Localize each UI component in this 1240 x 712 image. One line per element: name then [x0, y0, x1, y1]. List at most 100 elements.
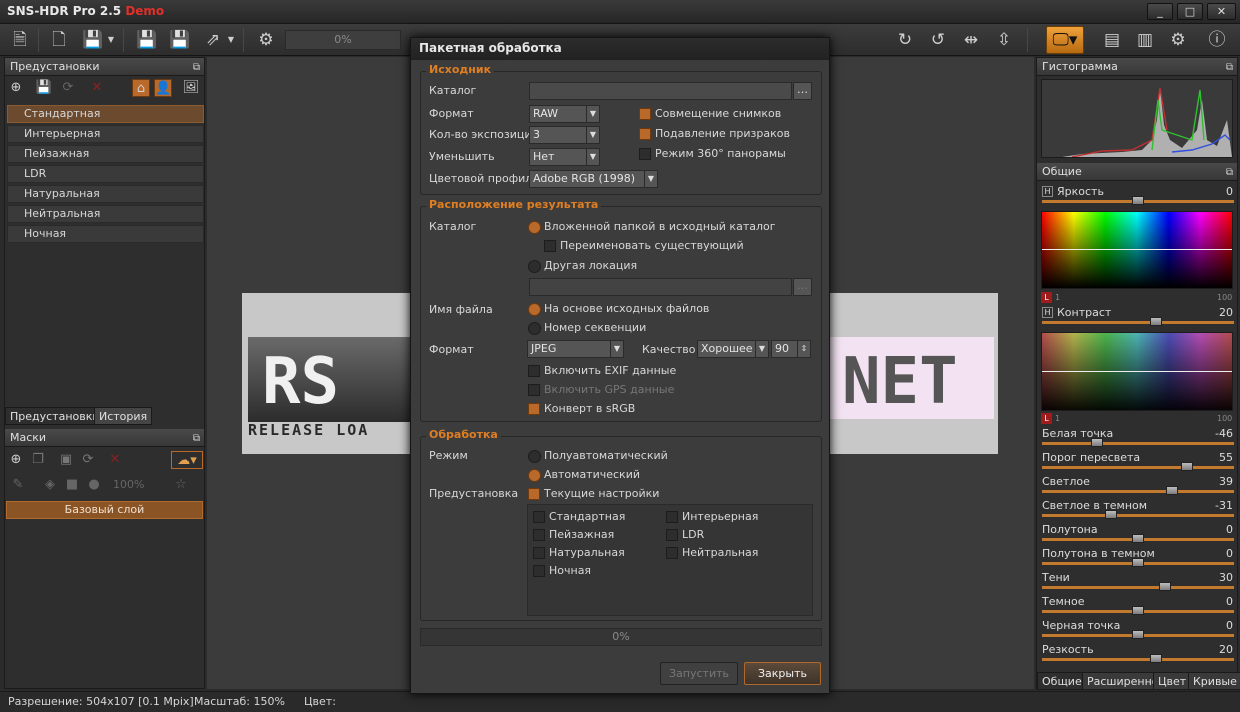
info-icon[interactable]: ⓘ — [1204, 27, 1230, 53]
rotate-cw-icon[interactable]: ↻ — [892, 27, 918, 53]
copy-icon[interactable]: ❐ — [29, 451, 47, 469]
gps-checkbox[interactable]: Включить GPS данные — [528, 383, 674, 397]
sync-icon[interactable]: ⟳ — [59, 79, 77, 97]
open-sns-icon[interactable]: 🗋 — [46, 27, 72, 53]
quality-spinner[interactable]: 90 ⇕ — [771, 340, 811, 358]
save-icon[interactable]: 💾 — [134, 27, 160, 53]
source-format-select[interactable]: RAW ▼ — [529, 105, 600, 123]
exposures-select[interactable]: 3 ▼ — [529, 126, 600, 144]
slider-thumb[interactable] — [1150, 317, 1162, 326]
close-dialog-button[interactable]: Закрыть — [744, 662, 821, 685]
settings-gear-icon[interactable]: ⚙ — [1165, 27, 1191, 53]
adjust-slider[interactable]: Тени 30 — [1041, 571, 1235, 595]
brush-zoom[interactable]: 100% — [113, 478, 144, 491]
current-settings-checkbox[interactable]: Текущие настройки — [528, 487, 659, 501]
export-icon[interactable]: ⇗ — [200, 27, 226, 53]
browse-source-button[interactable]: … — [793, 82, 812, 100]
slider-thumb[interactable] — [1105, 510, 1117, 519]
mask-image-icon[interactable]: ▣ — [57, 451, 75, 469]
delete-icon[interactable]: ✕ — [88, 79, 106, 97]
adjust-slider[interactable]: Полутона 0 — [1041, 523, 1235, 547]
rename-checkbox[interactable]: Переименовать существующий — [544, 239, 744, 253]
save-sns-icon[interactable]: 💾 — [80, 27, 106, 53]
adjust-slider[interactable]: Резкость 20 — [1041, 643, 1235, 667]
process-gear-icon[interactable]: ⚙ — [253, 27, 279, 53]
adjust-slider[interactable]: Светлое в темном -31 — [1041, 499, 1235, 523]
save-as-icon[interactable]: 💾 — [167, 27, 193, 53]
preset-checkbox[interactable]: LDR — [666, 528, 704, 542]
slider-thumb[interactable] — [1090, 438, 1103, 447]
preset-checkbox[interactable]: Пейзажная — [533, 528, 614, 542]
preset-item[interactable]: LDR — [7, 165, 204, 183]
deghost-checkbox[interactable]: Подавление призраков — [639, 127, 790, 141]
adjust-slider[interactable]: Черная точка 0 — [1041, 619, 1235, 643]
output-catalog-field[interactable] — [529, 278, 792, 296]
slider-thumb[interactable] — [1132, 534, 1144, 543]
fill-icon[interactable]: ◈ — [41, 476, 59, 494]
adjust-slider[interactable]: Темное 0 — [1041, 595, 1235, 619]
sync-icon[interactable]: ⟳ — [79, 451, 97, 469]
lock-icon[interactable]: L — [1041, 292, 1052, 303]
chevron-down-icon[interactable]: ▼ — [225, 27, 237, 53]
preset-item[interactable]: Стандартная — [7, 105, 204, 123]
adjust-slider[interactable]: Порог пересвета 55 — [1041, 451, 1235, 475]
delete-icon[interactable]: ✕ — [106, 451, 124, 469]
home-icon[interactable]: ⌂ — [132, 79, 150, 97]
output-format-select[interactable]: JPEG ▼ — [527, 340, 624, 358]
lock-icon[interactable]: L — [1041, 413, 1052, 424]
preset-checkbox[interactable]: Интерьерная — [666, 510, 758, 524]
exif-checkbox[interactable]: Включить EXIF данные — [528, 364, 676, 378]
cloud-icon[interactable]: ☁▾ — [171, 451, 203, 469]
contrast-slider[interactable]: H Контраст 20 — [1041, 306, 1235, 330]
pin-icon[interactable]: ⧉ — [193, 430, 200, 447]
chevron-down-icon[interactable]: ▼ — [105, 27, 117, 53]
image-icon[interactable]: 🖼 — [182, 79, 200, 97]
preset-checkbox[interactable]: Нейтральная — [666, 546, 758, 560]
rotate-ccw-icon[interactable]: ↺ — [925, 27, 951, 53]
based-on-source-radio[interactable]: На основе исходных файлов — [528, 302, 709, 316]
run-button[interactable]: Запустить — [660, 662, 738, 685]
brightness-slider[interactable]: H Яркость 0 — [1041, 185, 1235, 209]
monitor-view-button[interactable]: 🖵▾ — [1046, 26, 1084, 54]
minimize-button[interactable]: _ — [1147, 3, 1173, 20]
star-icon[interactable]: ☆ — [172, 476, 190, 494]
save-preset-icon[interactable]: 💾 — [35, 79, 53, 97]
preset-checkbox[interactable]: Ночная — [533, 564, 591, 578]
tab-advanced[interactable]: Расширенно — [1082, 672, 1164, 690]
layout-right-icon[interactable]: ▥ — [1132, 27, 1158, 53]
color-profile-select[interactable]: Adobe RGB (1998) ▼ — [529, 170, 658, 188]
preset-item[interactable]: Пейзажная — [7, 145, 204, 163]
user-icon[interactable]: 👤 — [154, 79, 172, 97]
slider-thumb[interactable] — [1132, 630, 1144, 639]
slider-thumb[interactable] — [1132, 558, 1144, 567]
close-window-button[interactable]: ✕ — [1207, 3, 1236, 20]
slider-thumb[interactable] — [1166, 486, 1179, 495]
tab-history[interactable]: История — [94, 407, 153, 425]
add-icon[interactable]: ⊕ — [7, 79, 25, 97]
open-image-icon[interactable]: 🗎 — [7, 27, 33, 53]
slider-thumb[interactable] — [1159, 582, 1171, 591]
slider-thumb[interactable] — [1132, 606, 1144, 615]
slider-thumb[interactable] — [1132, 196, 1144, 205]
square-icon[interactable]: ■ — [63, 476, 81, 494]
adjust-slider[interactable]: Белая точка -46 — [1041, 427, 1235, 451]
quality-select[interactable]: Хорошее ▼ — [697, 340, 769, 358]
preset-item[interactable]: Нейтральная — [7, 205, 204, 223]
slider-thumb[interactable] — [1180, 462, 1193, 471]
maximize-button[interactable]: □ — [1177, 3, 1203, 20]
preset-checkbox[interactable]: Стандартная — [533, 510, 625, 524]
flip-horizontal-icon[interactable]: ⇹ — [958, 27, 984, 53]
preset-checkbox[interactable]: Натуральная — [533, 546, 625, 560]
base-layer[interactable]: Базовый слой — [6, 501, 203, 519]
layout-left-icon[interactable]: ▤ — [1099, 27, 1125, 53]
subfolder-radio[interactable]: Вложенной папкой в исходный каталог — [528, 220, 776, 234]
semi-auto-radio[interactable]: Полуавтоматический — [528, 449, 668, 463]
slider-thumb[interactable] — [1150, 654, 1162, 663]
source-catalog-field[interactable] — [529, 82, 792, 100]
brush-icon[interactable]: ✎ — [9, 476, 27, 494]
pano-checkbox[interactable]: Режим 360° панорамы — [639, 147, 786, 161]
adjust-slider[interactable]: Полутона в темном 0 — [1041, 547, 1235, 571]
other-location-radio[interactable]: Другая локация — [528, 259, 637, 273]
tab-presets[interactable]: Предустановки — [5, 407, 105, 425]
sequence-radio[interactable]: Номер секвенции — [528, 321, 646, 335]
